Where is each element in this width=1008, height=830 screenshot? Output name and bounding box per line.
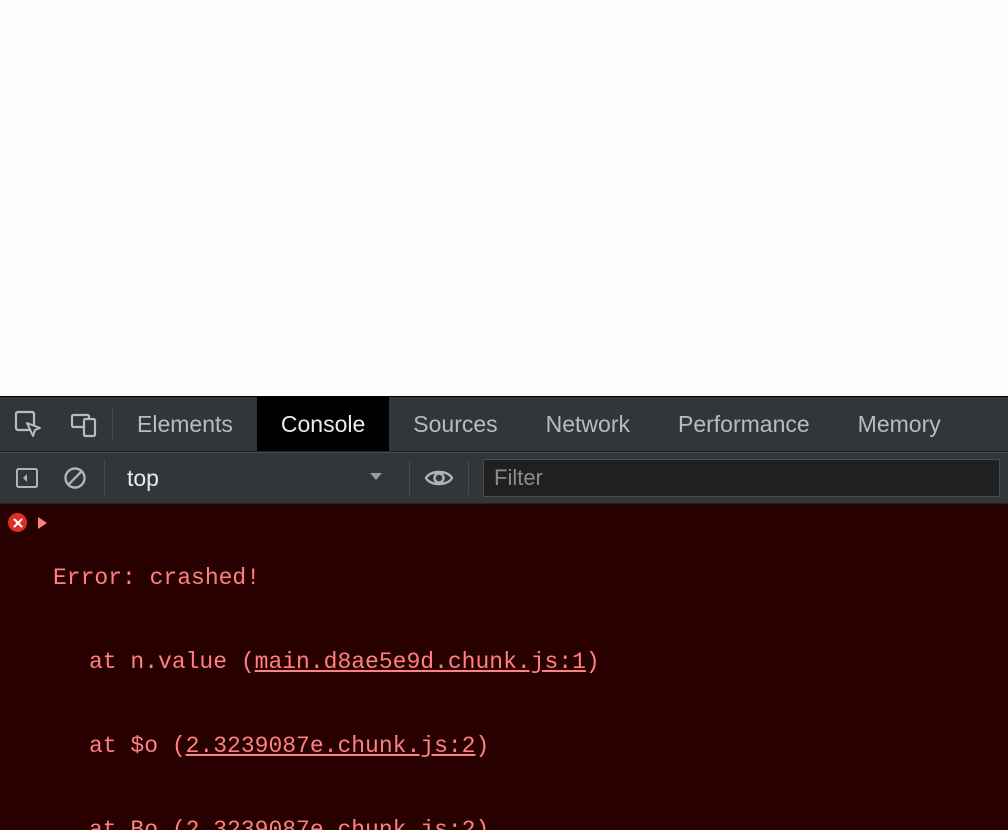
tab-elements[interactable]: Elements: [113, 397, 257, 451]
device-toolbar-button[interactable]: [56, 397, 112, 451]
tab-performance[interactable]: Performance: [654, 397, 834, 451]
console-output: Error: crashed! at n.value (main.d8ae5e9…: [0, 504, 1008, 830]
stack-link[interactable]: 2.3239087e.chunk.js:2: [186, 817, 476, 830]
stack-frame: at Bo (2.3239087e.chunk.js:2): [53, 816, 821, 830]
toolbar-separator-3: [468, 461, 469, 495]
devtools-panel: Elements Console Sources Network Perform…: [0, 396, 1008, 830]
clear-console-button[interactable]: [54, 457, 96, 499]
tab-sources[interactable]: Sources: [389, 397, 521, 451]
console-toolbar: top: [0, 452, 1008, 504]
execution-context-select[interactable]: top: [113, 453, 401, 503]
toolbar-separator-2: [409, 461, 410, 495]
error-title: Error: crashed!: [53, 564, 821, 592]
stack-link[interactable]: 2.3239087e.chunk.js:2: [186, 733, 476, 759]
stack-link[interactable]: main.d8ae5e9d.chunk.js:1: [255, 649, 586, 675]
tab-console[interactable]: Console: [257, 397, 389, 451]
error-icon: [8, 513, 27, 532]
execution-context-label: top: [127, 465, 159, 492]
console-error-entry[interactable]: Error: crashed! at n.value (main.d8ae5e9…: [0, 504, 1008, 830]
stack-frame: at $o (2.3239087e.chunk.js:2): [53, 732, 821, 760]
console-sidebar-toggle[interactable]: [6, 457, 48, 499]
chevron-down-icon: [369, 469, 383, 487]
console-filter-wrap: [483, 459, 1000, 497]
tab-memory[interactable]: Memory: [834, 397, 965, 451]
devtools-tabstrip: Elements Console Sources Network Perform…: [0, 397, 1008, 452]
toolbar-separator-1: [104, 461, 105, 495]
page-content-area: [0, 0, 1008, 396]
live-expression-button[interactable]: [418, 457, 460, 499]
inspect-element-button[interactable]: [0, 397, 56, 451]
error-stack: Error: crashed! at n.value (main.d8ae5e9…: [53, 508, 821, 830]
console-filter-input[interactable]: [484, 465, 999, 491]
tab-network[interactable]: Network: [522, 397, 654, 451]
stack-frame: at n.value (main.d8ae5e9d.chunk.js:1): [53, 648, 821, 676]
disclosure-triangle-icon[interactable]: [37, 510, 49, 538]
